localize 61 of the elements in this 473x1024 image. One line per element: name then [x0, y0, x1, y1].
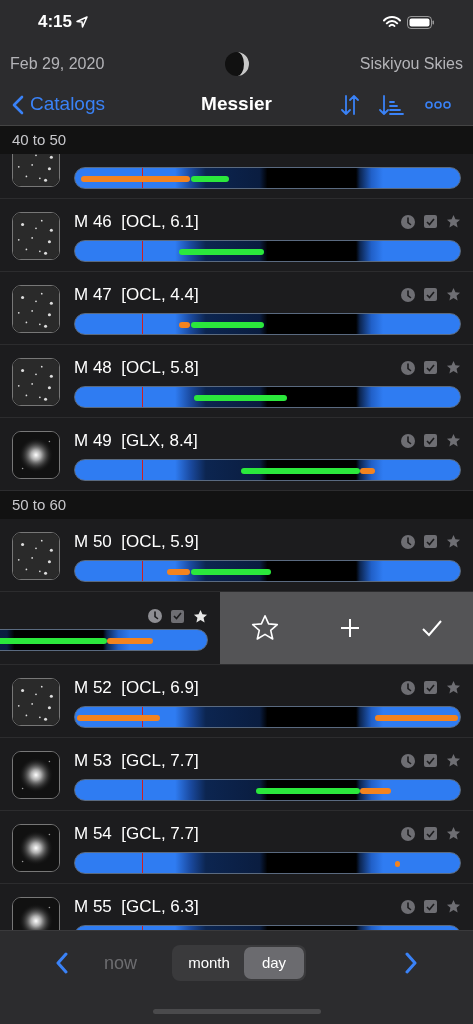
checked-checkbox[interactable]: [424, 434, 437, 447]
star-icon[interactable]: [446, 826, 461, 841]
star-icon[interactable]: [250, 614, 279, 642]
clock-icon[interactable]: [401, 899, 415, 914]
more-icon[interactable]: [425, 100, 451, 109]
clock-time: 4:15: [38, 11, 73, 34]
sort-list-icon[interactable]: [379, 93, 405, 116]
moon-phase-icon: [223, 51, 250, 77]
checkmark-icon[interactable]: [420, 619, 443, 637]
star-icon[interactable]: [446, 534, 461, 549]
chevron-right-icon[interactable]: [403, 952, 418, 974]
checked-checkbox[interactable]: [424, 288, 437, 301]
clock-icon[interactable]: [401, 826, 415, 841]
clock-icon[interactable]: [401, 680, 415, 695]
object-name: M 47 [OCL, 4.4]: [74, 283, 199, 306]
clock-icon[interactable]: [401, 360, 415, 375]
wifi-icon: [383, 15, 401, 29]
checked-checkbox[interactable]: [424, 681, 437, 694]
clock-icon[interactable]: [401, 433, 415, 448]
clock-icon[interactable]: [401, 214, 415, 229]
clock-icon[interactable]: [401, 287, 415, 302]
back-link[interactable]: Catalogs: [12, 90, 162, 119]
chevron-left-icon[interactable]: [55, 952, 69, 974]
star-icon[interactable]: [446, 433, 461, 448]
screen-title: Messier: [200, 92, 273, 117]
object-name: M 52 [OCL, 6.9]: [74, 676, 199, 699]
checked-checkbox[interactable]: [171, 609, 184, 623]
star-icon[interactable]: [446, 680, 461, 695]
object-name: M 46 [OCL, 6.1]: [74, 210, 199, 233]
star-icon[interactable]: [446, 899, 461, 914]
location-label: Siskiyou Skies: [358, 54, 463, 74]
checked-checkbox[interactable]: [424, 215, 437, 228]
object-name: M 55 [GCL, 6.3]: [74, 895, 199, 918]
checked-checkbox[interactable]: [424, 900, 437, 913]
segment-tab[interactable]: month: [174, 947, 244, 979]
object-name: M 50 [OCL, 5.9]: [74, 530, 199, 553]
star-icon[interactable]: [446, 214, 461, 229]
section-header: 50 to 60: [12, 494, 67, 515]
clock-icon[interactable]: [148, 609, 162, 623]
object-name: M 54 [GCL, 7.7]: [74, 822, 199, 845]
clock-icon[interactable]: [401, 753, 415, 768]
object-name: M 48 [OCL, 5.8]: [74, 356, 199, 379]
star-icon[interactable]: [446, 753, 461, 768]
section-header: 40 to 50: [12, 129, 67, 150]
checked-checkbox[interactable]: [424, 361, 437, 374]
location-arrow-icon: [76, 16, 89, 28]
checked-checkbox[interactable]: [424, 535, 437, 548]
date-label: Feb 29, 2020: [10, 54, 106, 74]
object-name: M 53 [GCL, 7.7]: [74, 749, 199, 772]
checked-checkbox[interactable]: [424, 827, 437, 840]
battery-icon: [407, 15, 435, 29]
checked-checkbox[interactable]: [424, 754, 437, 767]
segment-tab[interactable]: day: [244, 947, 304, 979]
star-icon[interactable]: [446, 287, 461, 302]
sort-icon[interactable]: [341, 93, 359, 116]
star-icon[interactable]: [446, 360, 461, 375]
chevron-left-icon: [12, 94, 24, 115]
star-icon[interactable]: [193, 608, 208, 624]
plus-icon[interactable]: [339, 618, 360, 638]
object-name: M 49 [GLX, 8.4]: [74, 429, 198, 452]
clock-icon[interactable]: [401, 534, 415, 549]
